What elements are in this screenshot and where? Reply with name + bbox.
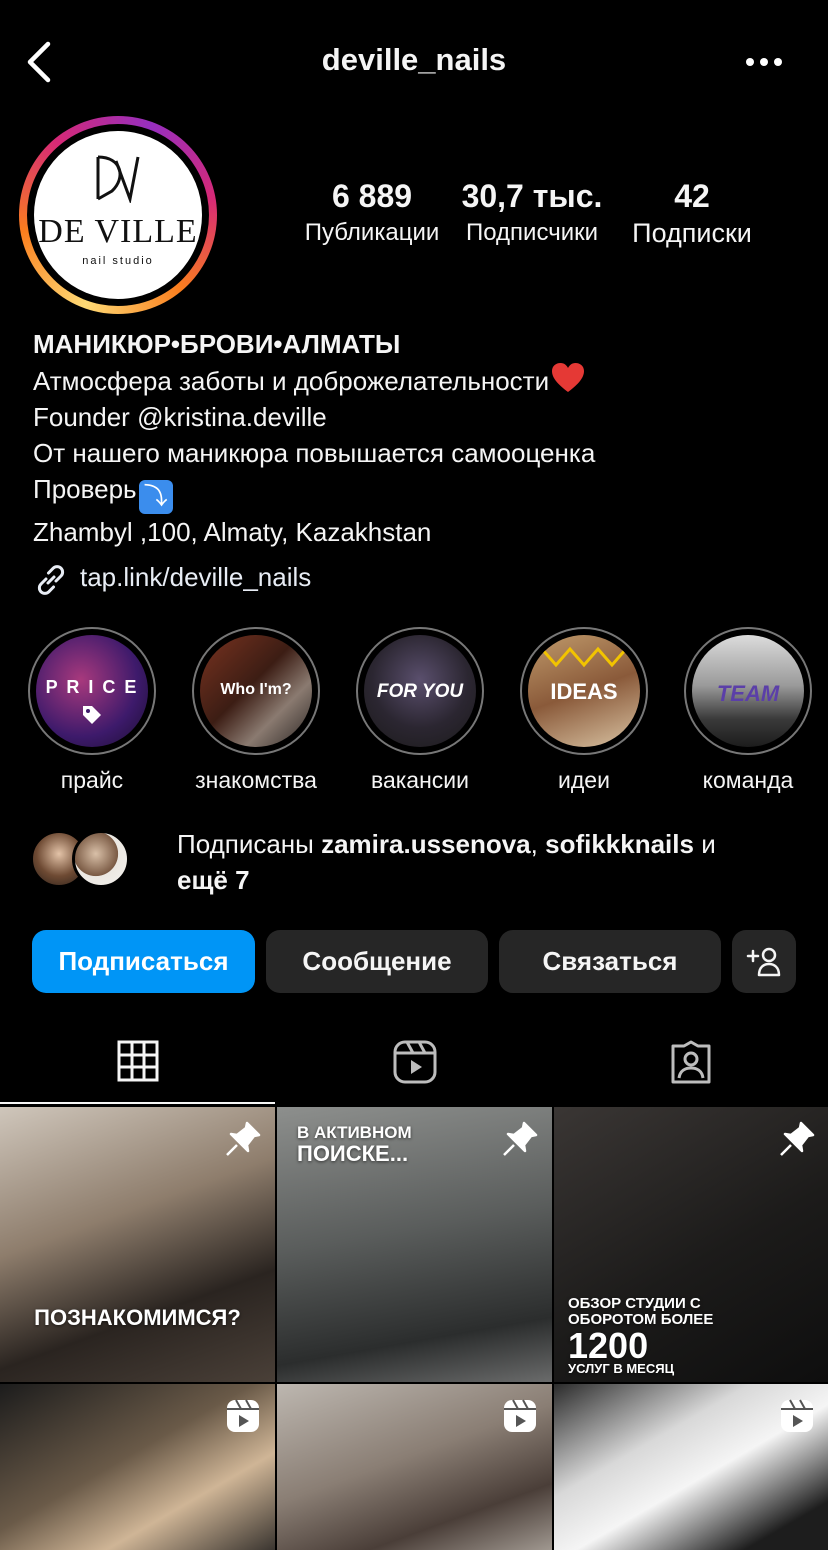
- posts-stat[interactable]: 6 889 Публикации: [298, 176, 446, 250]
- following-label: Подписки: [632, 218, 752, 248]
- tab-reels[interactable]: [276, 1030, 552, 1106]
- active-tab-indicator: [0, 1102, 275, 1104]
- reels-icon: [504, 1399, 536, 1432]
- bio-line: Founder @kristina.deville: [33, 399, 813, 435]
- bio-founder[interactable]: Founder @kristina.deville: [33, 402, 327, 432]
- followers-label: Подписчики: [465, 219, 599, 246]
- top-bar: deville_nails: [0, 0, 828, 120]
- dv-logo-mark: [96, 155, 140, 203]
- heart-emoji-icon: [552, 363, 585, 392]
- followers-stat[interactable]: 30,7 тыс. Подписчики: [456, 176, 608, 250]
- grid-icon: [117, 1040, 159, 1082]
- avatar: [72, 830, 130, 888]
- grid-post[interactable]: [277, 1384, 552, 1550]
- arrow-down-emoji-icon: ⤵: [138, 480, 173, 514]
- mutual-followers-text: Подписаны zamira.ussenova, sofikkknails …: [177, 829, 716, 895]
- highlight-label: идеи: [558, 767, 610, 793]
- contact-button[interactable]: Связаться: [499, 930, 721, 993]
- profile-tabs: [0, 1030, 828, 1106]
- grid-post[interactable]: [0, 1384, 275, 1550]
- link-text: tap.link/deville_nails: [80, 562, 312, 592]
- bio-text: Атмосфера заботы и доброжелательности: [33, 366, 550, 396]
- highlight-about[interactable]: Who I'm? знакомства: [174, 627, 338, 795]
- bio-title: МАНИКЮР•БРОВИ•АЛМАТЫ: [33, 329, 401, 359]
- price-tag-icon: [83, 706, 101, 724]
- highlight-cover-text: IDEAS: [550, 679, 618, 704]
- highlight-ideas[interactable]: IDEAS идеи: [502, 627, 666, 795]
- mutual-user-link[interactable]: zamira.ussenova: [321, 829, 531, 859]
- bio-line: Проверь ⤵: [33, 471, 813, 514]
- tab-tagged[interactable]: [552, 1030, 828, 1106]
- profile-username-title: deville_nails: [321, 42, 507, 77]
- highlight-label: вакансии: [370, 767, 469, 793]
- reels-icon: [227, 1399, 259, 1432]
- mutual-followers[interactable]: Подписаны zamira.ussenova, sofikkknails …: [30, 826, 810, 896]
- tagged-icon: [671, 1040, 711, 1084]
- highlight-cover-text: Who I'm?: [220, 681, 292, 698]
- highlight-cover: TEAM: [692, 635, 804, 747]
- post-caption: ОБЗОР СТУДИИ С: [568, 1295, 701, 1312]
- post-caption: ПОЗНАКОМИМСЯ?: [34, 1305, 241, 1330]
- logo-subtitle: nail studio: [82, 255, 154, 267]
- highlight-cover: P R I C E: [36, 635, 148, 747]
- tab-posts-grid[interactable]: [0, 1030, 276, 1106]
- following-count: 42: [674, 178, 710, 214]
- highlight-cover: FOR YOU: [364, 635, 476, 747]
- link-icon: [37, 565, 65, 595]
- more-options-button[interactable]: [740, 46, 788, 78]
- highlight-cover: IDEAS: [528, 635, 640, 747]
- post-caption: ПОИСКЕ...: [297, 1141, 409, 1166]
- bio-address[interactable]: Zhambyl ,100, Almaty, Kazakhstan: [33, 514, 813, 550]
- mutual-user-link[interactable]: sofikkknails: [545, 829, 694, 859]
- bio-text: От нашего маникюра повышается самооценка: [33, 438, 596, 468]
- highlight-label: прайс: [60, 767, 124, 793]
- profile-bio: МАНИКЮР•БРОВИ•АЛМАТЫ Атмосфера заботы и …: [33, 326, 813, 550]
- bio-line: Атмосфера заботы и доброжелательности: [33, 362, 813, 399]
- grid-post[interactable]: ОБЗОР СТУДИИ С ОБОРОТОМ БОЛЕЕ 1200 УСЛУГ…: [554, 1107, 828, 1382]
- highlight-label: знакомства: [195, 767, 317, 793]
- following-stat[interactable]: 42 Подписки: [620, 176, 764, 250]
- highlight-cover-text: TEAM: [716, 681, 780, 706]
- posts-count: 6 889: [331, 178, 413, 214]
- suggest-users-button[interactable]: [732, 930, 796, 993]
- highlight-vacancies[interactable]: FOR YOU вакансии: [338, 627, 502, 795]
- grid-post[interactable]: В АКТИВНОМ ПОИСКЕ...: [277, 1107, 552, 1382]
- zigzag-decoration: [528, 646, 640, 668]
- highlight-price[interactable]: P R I C E прайс: [10, 627, 174, 795]
- bio-line: От нашего маникюра повышается самооценка: [33, 435, 813, 471]
- grid-post[interactable]: ПОЗНАКОМИМСЯ?: [0, 1107, 275, 1382]
- story-ring[interactable]: DE VILLE nail studio: [19, 116, 217, 314]
- mutual-more[interactable]: ещё 7: [177, 865, 250, 895]
- post-caption: УСЛУГ В МЕСЯЦ: [568, 1361, 675, 1376]
- pin-icon: [226, 1121, 261, 1156]
- reels-icon: [393, 1040, 437, 1084]
- highlight-cover-text: FOR YOU: [376, 681, 464, 702]
- message-button[interactable]: Сообщение: [266, 930, 488, 993]
- avatar: DE VILLE nail studio: [34, 131, 202, 299]
- posts-label: Публикации: [304, 219, 440, 246]
- highlight-cover-text: P R I C E: [45, 677, 139, 697]
- posts-grid: ПОЗНАКОМИМСЯ? В АКТИВНОМ ПОИСКЕ... ОБЗОР…: [0, 1107, 828, 1550]
- bio-text: Проверь: [33, 474, 137, 504]
- post-caption: В АКТИВНОМ: [297, 1123, 412, 1142]
- pin-icon: [503, 1121, 538, 1156]
- highlight-cover: Who I'm?: [200, 635, 312, 747]
- reels-icon: [781, 1399, 813, 1432]
- pin-icon: [780, 1121, 815, 1156]
- followers-count: 30,7 тыс.: [461, 178, 603, 214]
- highlight-team[interactable]: TEAM команда: [666, 627, 828, 795]
- more-icon: [746, 58, 782, 66]
- logo-wordmark: DE VILLE: [38, 213, 198, 250]
- add-user-icon: [746, 947, 781, 977]
- highlight-label: команда: [702, 767, 794, 793]
- follow-button[interactable]: Подписаться: [32, 930, 255, 993]
- grid-post[interactable]: [554, 1384, 828, 1550]
